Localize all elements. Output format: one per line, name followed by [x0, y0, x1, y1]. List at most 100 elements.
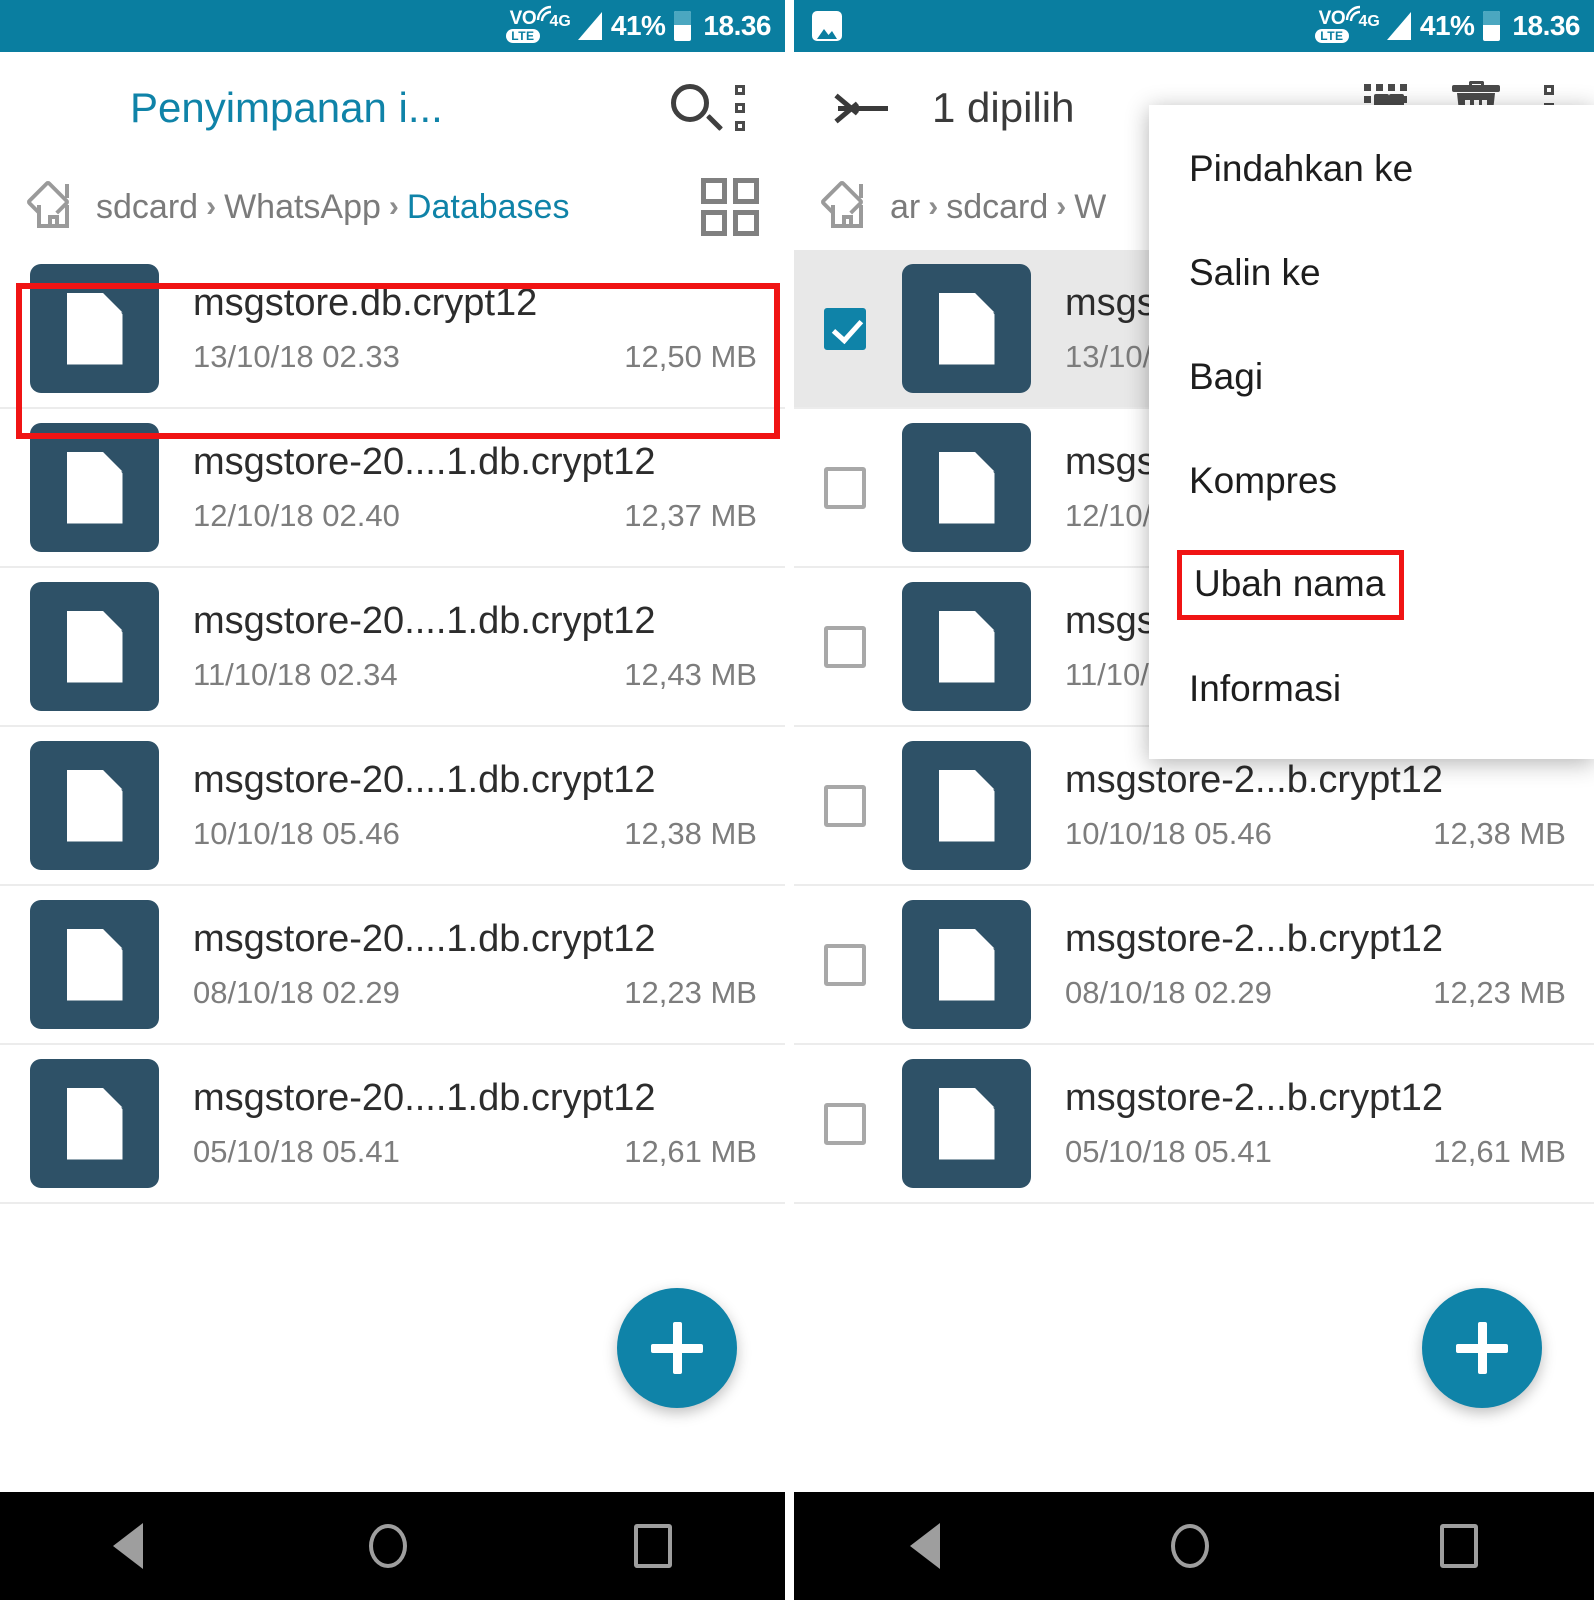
- file-info: msgstore-20....1.db.crypt12 05/10/18 05.4…: [193, 1077, 757, 1171]
- clock-label: 18.36: [703, 10, 771, 41]
- menu-item-bagi[interactable]: Bagi: [1149, 325, 1594, 429]
- menu-item-kompres[interactable]: Kompres: [1149, 429, 1594, 533]
- signal-strength-icon: [577, 12, 602, 40]
- breadcrumb-item-ar[interactable]: ar: [890, 188, 920, 227]
- menu-item-label: Kompres: [1189, 460, 1338, 501]
- file-date: 13/10/18 02.33: [193, 339, 400, 375]
- file-type-icon: [902, 741, 1031, 870]
- overflow-menu-icon[interactable]: [721, 79, 759, 137]
- left-panel-file-browser: VO LTE 4G 41% 18.36 Penyimpanan i... sdc…: [0, 0, 785, 1600]
- table-row[interactable]: msgstore-20....1.db.crypt12 12/10/18 02.4…: [0, 409, 785, 568]
- file-type-icon: [30, 1059, 159, 1188]
- menu-item-salin-ke[interactable]: Salin ke: [1149, 221, 1594, 325]
- document-icon: [66, 610, 123, 683]
- file-size: 12,23 MB: [624, 975, 757, 1011]
- file-type-icon: [30, 582, 159, 711]
- file-type-icon: [902, 423, 1031, 552]
- table-row[interactable]: msgstore-20....1.db.crypt12 11/10/18 02.3…: [0, 568, 785, 727]
- volte-label: VO: [509, 8, 537, 29]
- document-icon: [938, 769, 995, 842]
- page-title: Penyimpanan i...: [130, 84, 443, 131]
- file-size: 12,61 MB: [624, 1134, 757, 1170]
- file-info: msgstore-20....1.db.crypt12 11/10/18 02.3…: [193, 600, 757, 694]
- add-button-fab[interactable]: [1422, 1288, 1542, 1408]
- android-navigation-bar-right: [794, 1492, 1594, 1600]
- file-info: msgstore.db.crypt12 13/10/18 02.33 12,50 M…: [193, 282, 757, 376]
- file-size: 12,50 MB: [624, 339, 757, 375]
- table-row[interactable]: msgstore.db.crypt12 13/10/18 02.33 12,50 M…: [0, 250, 785, 409]
- breadcrumb-separator-icon: ›: [1056, 190, 1067, 223]
- menu-item-ubah-nama[interactable]: Ubah nama: [1149, 533, 1594, 637]
- volte-icon: VO LTE: [506, 5, 551, 43]
- nav-recents-icon[interactable]: [633, 1524, 672, 1568]
- menu-item-label: Salin ke: [1189, 252, 1321, 293]
- breadcrumb-item-sdcard[interactable]: sdcard: [946, 188, 1048, 227]
- file-size: 12,61 MB: [1433, 1134, 1566, 1170]
- breadcrumb-path: sdcard › WhatsApp › Databases: [96, 188, 569, 227]
- file-name: msgstore-2...b.crypt12: [1065, 1076, 1444, 1119]
- breadcrumb-item-databases[interactable]: Databases: [407, 188, 570, 227]
- table-row[interactable]: msgstore-2...b.crypt12 05/10/18 05.41 12,6…: [794, 1045, 1594, 1204]
- file-type-icon: [30, 423, 159, 552]
- lte-badge: LTE: [506, 29, 540, 43]
- breadcrumb-item-sdcard[interactable]: sdcard: [96, 188, 198, 227]
- file-meta: 13/10/18 02.33 12,50 MB: [193, 339, 757, 375]
- search-icon[interactable]: [669, 82, 723, 134]
- screenshot-root: VO LTE 4G 41% 18.36 Penyimpanan i... sdc…: [0, 0, 1594, 1600]
- table-row[interactable]: msgstore-2...b.crypt12 08/10/18 02.29 12,2…: [794, 886, 1594, 1045]
- file-meta: 10/10/18 05.46 12,38 MB: [1065, 816, 1566, 852]
- file-checkbox[interactable]: [824, 1102, 866, 1145]
- file-size: 12,37 MB: [624, 498, 757, 534]
- file-info: msgstore-20....1.db.crypt12 12/10/18 02.4…: [193, 441, 757, 535]
- file-checkbox[interactable]: [824, 784, 866, 827]
- nav-home-icon[interactable]: [1170, 1524, 1209, 1568]
- battery-percent-label: 41%: [1419, 10, 1475, 41]
- file-type-icon: [30, 741, 159, 870]
- file-checkbox[interactable]: [824, 466, 866, 509]
- breadcrumb-item-whatsapp[interactable]: WhatsApp: [224, 188, 381, 227]
- file-meta: 05/10/18 05.41 12,61 MB: [1065, 1134, 1566, 1170]
- status-bar-notifications-right: [794, 11, 1315, 41]
- nav-back-icon[interactable]: [909, 1523, 940, 1569]
- file-type-icon: [30, 264, 159, 393]
- nav-back-icon[interactable]: [113, 1523, 144, 1569]
- document-icon: [938, 928, 995, 1001]
- menu-item-pindahkan-ke[interactable]: Pindahkan ke: [1149, 117, 1594, 221]
- file-checkbox[interactable]: [824, 625, 866, 668]
- document-icon: [938, 1087, 995, 1160]
- table-row[interactable]: msgstore-20....1.db.crypt12 10/10/18 05.4…: [0, 727, 785, 886]
- panel-divider: [785, 0, 794, 1600]
- selection-count-title: 1 dipilih: [932, 84, 1075, 131]
- file-name: msgstore-2...b.crypt12: [1065, 917, 1444, 960]
- file-meta: 08/10/18 02.29 12,23 MB: [193, 975, 757, 1011]
- back-arrow-icon[interactable]: [834, 86, 890, 130]
- document-icon: [66, 769, 123, 842]
- hamburger-icon[interactable]: [42, 91, 88, 125]
- breadcrumb-item-truncated[interactable]: W: [1074, 188, 1106, 227]
- file-type-icon: [902, 264, 1031, 393]
- nav-recents-icon[interactable]: [1440, 1524, 1479, 1568]
- breadcrumb-separator-icon: ›: [928, 190, 939, 223]
- file-checkbox[interactable]: [824, 943, 866, 986]
- file-type-icon: [902, 900, 1031, 1029]
- volte-label: VO: [1318, 8, 1346, 29]
- table-row[interactable]: msgstore-20....1.db.crypt12 05/10/18 05.4…: [0, 1045, 785, 1204]
- file-checkbox[interactable]: [824, 307, 866, 350]
- file-meta: 05/10/18 05.41 12,61 MB: [193, 1134, 757, 1170]
- table-row[interactable]: msgstore-20....1.db.crypt12 08/10/18 02.2…: [0, 886, 785, 1045]
- file-name: msgstore-20....1.db.crypt12: [193, 440, 656, 483]
- home-icon[interactable]: [30, 184, 78, 230]
- file-name: msgstore-20....1.db.crypt12: [193, 758, 656, 801]
- file-name: msgstore-2...b.crypt12: [1065, 758, 1444, 801]
- grid-view-icon[interactable]: [701, 178, 759, 236]
- android-navigation-bar-left: [0, 1492, 785, 1600]
- breadcrumb-path: ar › sdcard › W: [890, 188, 1106, 227]
- battery-percent-label: 41%: [610, 10, 666, 41]
- menu-item-informasi[interactable]: Informasi: [1149, 637, 1594, 741]
- nav-home-icon[interactable]: [369, 1524, 408, 1568]
- file-meta: 10/10/18 05.46 12,38 MB: [193, 816, 757, 852]
- file-info: msgstore-2...b.crypt12 10/10/18 05.46 12,3…: [1065, 759, 1566, 853]
- add-button-fab[interactable]: [617, 1288, 737, 1408]
- home-icon[interactable]: [824, 184, 872, 230]
- file-size: 12,38 MB: [624, 816, 757, 852]
